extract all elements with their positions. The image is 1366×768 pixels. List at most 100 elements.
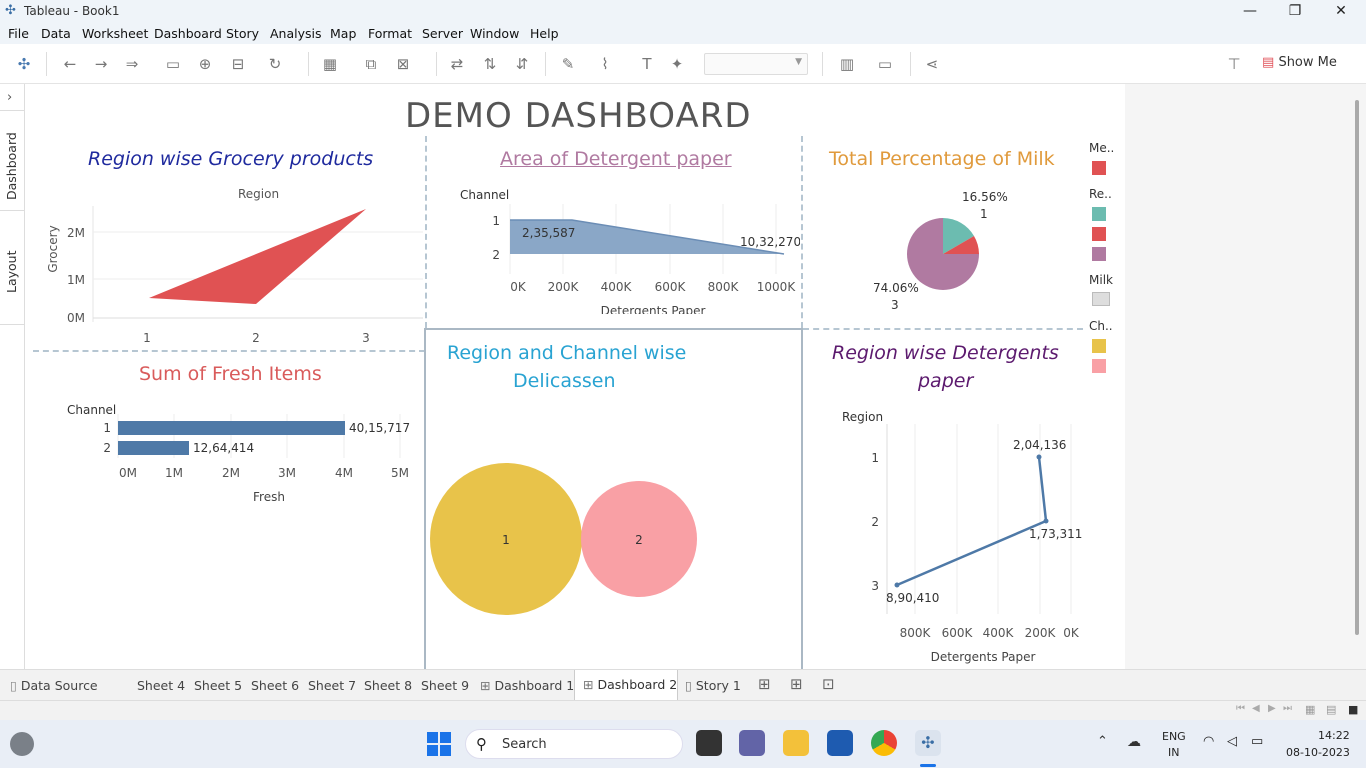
- weather-icon[interactable]: [10, 732, 34, 756]
- vertical-scrollbar[interactable]: [1355, 100, 1359, 635]
- menu-story[interactable]: Story: [226, 26, 259, 41]
- language-top[interactable]: ENG: [1162, 730, 1186, 743]
- new-worksheet-icon[interactable]: ⊞: [758, 675, 771, 693]
- battery-icon[interactable]: ▭: [1251, 734, 1263, 749]
- grid-view-icon[interactable]: ▦: [1305, 703, 1315, 716]
- tab-sheet-5[interactable]: Sheet 5: [194, 678, 242, 693]
- legend-swatch[interactable]: [1092, 161, 1106, 175]
- tab-sheet-6[interactable]: Sheet 6: [251, 678, 299, 693]
- pause-updates-icon[interactable]: ⊟: [228, 54, 248, 74]
- legend-title-region: Re..: [1089, 187, 1112, 201]
- store-icon[interactable]: [827, 730, 853, 756]
- tab-story-1[interactable]: ▯ Story 1: [685, 678, 741, 693]
- tab-sheet-4[interactable]: Sheet 4: [137, 678, 185, 693]
- menu-dashboard[interactable]: Dashboard: [154, 26, 222, 41]
- menu-map[interactable]: Map: [330, 26, 356, 41]
- refresh-icon[interactable]: ↻: [265, 54, 285, 74]
- status-bar: ⏮ ◀ ▶ ⏭ ▦ ▤ ■: [0, 700, 1366, 720]
- sort-desc-icon[interactable]: ⇵: [512, 54, 532, 74]
- tableau-home-icon[interactable]: ✣: [14, 54, 34, 74]
- redo-icon[interactable]: →: [91, 54, 111, 74]
- restore-icon[interactable]: ❐: [1272, 0, 1318, 22]
- chart-title-detergent-area[interactable]: Area of Detergent paper: [500, 148, 732, 170]
- grocery-xtick: 3: [362, 331, 370, 345]
- first-page-icon[interactable]: ⏮: [1236, 703, 1245, 714]
- menu-help[interactable]: Help: [530, 26, 559, 41]
- highlight-icon[interactable]: ✎: [558, 54, 578, 74]
- tab-dashboard[interactable]: Dashboard: [4, 132, 19, 200]
- detergent-region-line[interactable]: [896, 456, 1048, 587]
- save-icon[interactable]: ▭: [163, 54, 183, 74]
- language-bottom[interactable]: IN: [1168, 746, 1179, 759]
- replay-icon[interactable]: ⇒: [122, 54, 142, 74]
- duplicate-icon[interactable]: ⧉: [361, 54, 381, 74]
- clock-date[interactable]: 08-10-2023: [1286, 746, 1350, 759]
- legend-swatch[interactable]: [1092, 292, 1110, 306]
- fresh-bar[interactable]: [118, 421, 345, 435]
- legend-swatch[interactable]: [1092, 227, 1106, 241]
- tableau-taskbar-icon[interactable]: ✣: [915, 730, 941, 756]
- detergent-region-point[interactable]: [894, 582, 900, 588]
- pin-icon[interactable]: ⊤: [1224, 54, 1244, 74]
- menu-worksheet[interactable]: Worksheet: [82, 26, 148, 41]
- teams-icon[interactable]: [739, 730, 765, 756]
- close-icon[interactable]: ✕: [1318, 0, 1364, 22]
- fit-dropdown[interactable]: ▼: [704, 53, 808, 75]
- tab-view-icon[interactable]: ■: [1348, 703, 1358, 716]
- detergent-region-point[interactable]: [1036, 454, 1042, 460]
- menu-server[interactable]: Server: [422, 26, 463, 41]
- presentation-mode-icon[interactable]: ▭: [875, 54, 895, 74]
- tab-sheet-8[interactable]: Sheet 8: [364, 678, 412, 693]
- undo-icon[interactable]: ←: [60, 54, 80, 74]
- taskbar-search-box[interactable]: ⚲ Search: [465, 729, 683, 759]
- share-icon[interactable]: ⋖: [922, 54, 942, 74]
- filmstrip-view-icon[interactable]: ▤: [1326, 703, 1336, 716]
- group-icon[interactable]: ⌇: [595, 54, 615, 74]
- swap-icon[interactable]: ⇄: [447, 54, 467, 74]
- volume-icon[interactable]: ◁: [1227, 734, 1237, 749]
- menu-analysis[interactable]: Analysis: [270, 26, 322, 41]
- tab-sheet-7[interactable]: Sheet 7: [308, 678, 356, 693]
- menu-file[interactable]: File: [8, 26, 29, 41]
- fix-axes-icon[interactable]: ✦: [667, 54, 687, 74]
- detergent-region-xtick: 400K: [983, 626, 1015, 640]
- tab-sheet-9[interactable]: Sheet 9: [421, 678, 469, 693]
- tab-layout[interactable]: Layout: [4, 251, 19, 294]
- labels-icon[interactable]: T: [637, 54, 657, 74]
- fresh-bar[interactable]: [118, 441, 189, 455]
- menu-data[interactable]: Data: [41, 26, 71, 41]
- next-page-icon[interactable]: ▶: [1268, 703, 1276, 714]
- new-dashboard-icon[interactable]: ⊞: [790, 675, 803, 693]
- new-story-icon[interactable]: ⊡: [822, 675, 835, 693]
- show-me-button[interactable]: ▤ Show Me: [1262, 55, 1337, 70]
- minimize-icon[interactable]: —: [1227, 0, 1273, 22]
- clear-sheet-icon[interactable]: ⊠: [393, 54, 413, 74]
- clock-time[interactable]: 14:22: [1318, 729, 1350, 742]
- legend-swatch[interactable]: [1092, 247, 1106, 261]
- legend-swatch[interactable]: [1092, 207, 1106, 221]
- new-worksheet-icon[interactable]: ▦: [320, 54, 340, 74]
- prev-page-icon[interactable]: ◀: [1252, 703, 1260, 714]
- menu-window[interactable]: Window: [470, 26, 519, 41]
- show-cards-icon[interactable]: ▥: [837, 54, 857, 74]
- start-button[interactable]: [427, 732, 451, 756]
- tab-dashboard-2[interactable]: ⊞ Dashboard 2: [574, 670, 678, 700]
- wifi-icon[interactable]: ◠: [1203, 734, 1214, 749]
- tab-data-source[interactable]: ▯ Data Source: [10, 678, 98, 693]
- tab-dashboard-1[interactable]: ⊞ Dashboard 1: [480, 678, 574, 693]
- legend-title-milk: Milk: [1089, 273, 1113, 287]
- new-data-source-icon[interactable]: ⊕: [195, 54, 215, 74]
- legend-swatch[interactable]: [1092, 359, 1106, 373]
- chevron-up-icon[interactable]: ⌃: [1097, 734, 1108, 749]
- grocery-area[interactable]: [149, 209, 366, 304]
- detergent-region-point[interactable]: [1043, 518, 1049, 524]
- onedrive-icon[interactable]: ☁: [1127, 734, 1141, 750]
- menu-format[interactable]: Format: [368, 26, 412, 41]
- chrome-icon[interactable]: [871, 730, 897, 756]
- last-page-icon[interactable]: ⏭: [1283, 703, 1292, 714]
- legend-swatch[interactable]: [1092, 339, 1106, 353]
- sort-asc-icon[interactable]: ⇅: [480, 54, 500, 74]
- file-explorer-icon[interactable]: [783, 730, 809, 756]
- app-icon[interactable]: [696, 730, 722, 756]
- expand-icon[interactable]: ›: [7, 90, 12, 105]
